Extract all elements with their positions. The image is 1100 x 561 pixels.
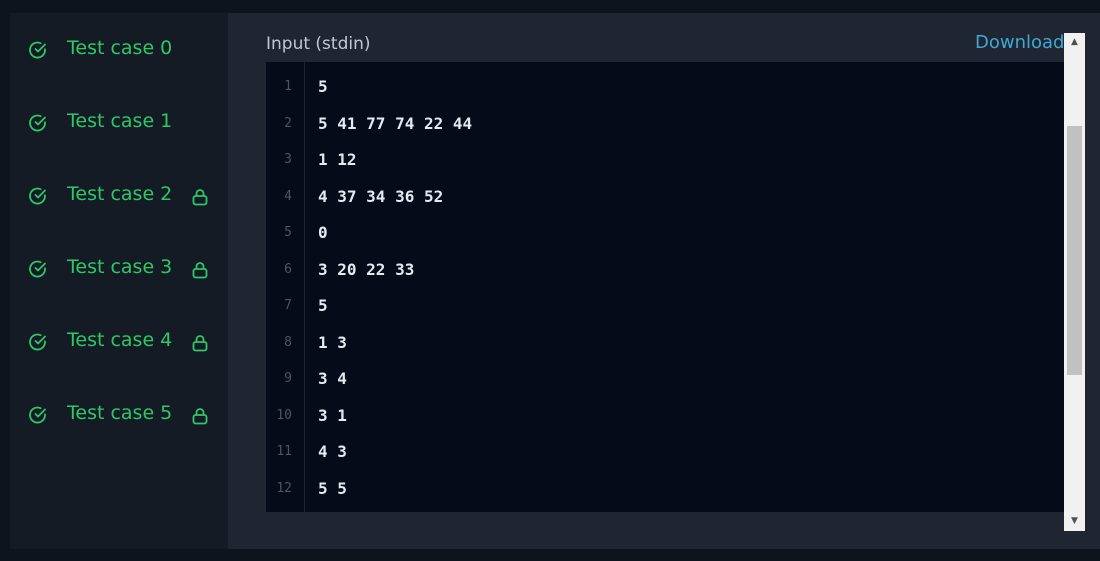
- line-number: 12: [276, 480, 292, 496]
- test-case-label: Test case 4: [67, 329, 173, 351]
- test-case-2[interactable]: Test case 2: [10, 159, 228, 232]
- scroll-up-button[interactable]: ▲: [1064, 33, 1085, 50]
- code-line: 1 12: [318, 150, 357, 169]
- line-number: 10: [276, 407, 292, 423]
- code-line: 4 3: [318, 442, 347, 461]
- lock-icon: [192, 262, 208, 279]
- code-line: 1 3: [318, 332, 347, 352]
- test-case-5[interactable]: Test case 5: [10, 378, 228, 451]
- line-number: 9: [284, 371, 292, 386]
- line-number: 7: [284, 298, 292, 313]
- test-case-label: Test case 3: [67, 256, 173, 278]
- line-number: 5: [284, 225, 292, 240]
- code-line: 5: [318, 77, 328, 96]
- test-results-panel: Test case 0 Test case 1 Test case 2 Test…: [10, 13, 1100, 549]
- code-line: 0: [318, 223, 328, 242]
- test-case-4[interactable]: Test case 4: [10, 305, 228, 378]
- line-number-gutter: 1 2 3 4 5 6 7 8 9 10 11 12: [266, 62, 305, 512]
- line-number: 8: [284, 334, 292, 350]
- code-line: 3 1: [318, 405, 347, 425]
- lock-icon: [192, 189, 208, 206]
- test-case-0[interactable]: Test case 0: [10, 13, 228, 86]
- stdin-viewer[interactable]: 1 2 3 4 5 6 7 8 9 10 11 12 5 5 41 77 74 …: [266, 62, 1064, 512]
- check-circle-icon: [29, 333, 46, 351]
- lock-icon: [192, 335, 208, 352]
- check-circle-icon: [29, 187, 46, 205]
- triangle-up-icon: ▲: [1071, 36, 1078, 47]
- lock-icon: [192, 408, 208, 425]
- code-line: 5 5: [318, 478, 347, 498]
- line-number: 3: [284, 152, 292, 167]
- test-case-sidebar: Test case 0 Test case 1 Test case 2 Test…: [10, 13, 228, 549]
- code-line: 4 37 34 36 52: [318, 186, 444, 206]
- line-number: 6: [284, 261, 292, 277]
- code-line: 5: [318, 296, 328, 315]
- code-line: 3 20 22 33: [318, 259, 415, 279]
- test-case-label: Test case 0: [67, 37, 173, 59]
- input-panel-title: Input (stdin): [266, 34, 371, 54]
- line-number: 4: [284, 188, 292, 204]
- code-line: 5 41 77 74 22 44: [318, 113, 473, 133]
- test-case-3[interactable]: Test case 3: [10, 232, 228, 305]
- check-circle-icon: [29, 114, 46, 132]
- scroll-down-button[interactable]: ▼: [1064, 512, 1085, 529]
- scrollbar-thumb[interactable]: [1067, 126, 1082, 375]
- check-circle-icon: [29, 406, 46, 424]
- triangle-down-icon: ▼: [1071, 515, 1078, 526]
- check-circle-icon: [29, 41, 46, 59]
- test-case-label: Test case 2: [67, 183, 173, 205]
- test-case-1[interactable]: Test case 1: [10, 86, 228, 159]
- check-circle-icon: [29, 260, 46, 278]
- line-number: 11: [276, 444, 292, 459]
- test-case-label: Test case 5: [67, 402, 173, 424]
- line-number: 1: [284, 79, 292, 94]
- code-line: 3 4: [318, 369, 347, 388]
- test-case-label: Test case 1: [67, 110, 173, 132]
- line-number: 2: [284, 115, 292, 131]
- download-link[interactable]: Download: [975, 32, 1064, 54]
- vertical-scrollbar[interactable]: ▲ ▼: [1064, 33, 1085, 531]
